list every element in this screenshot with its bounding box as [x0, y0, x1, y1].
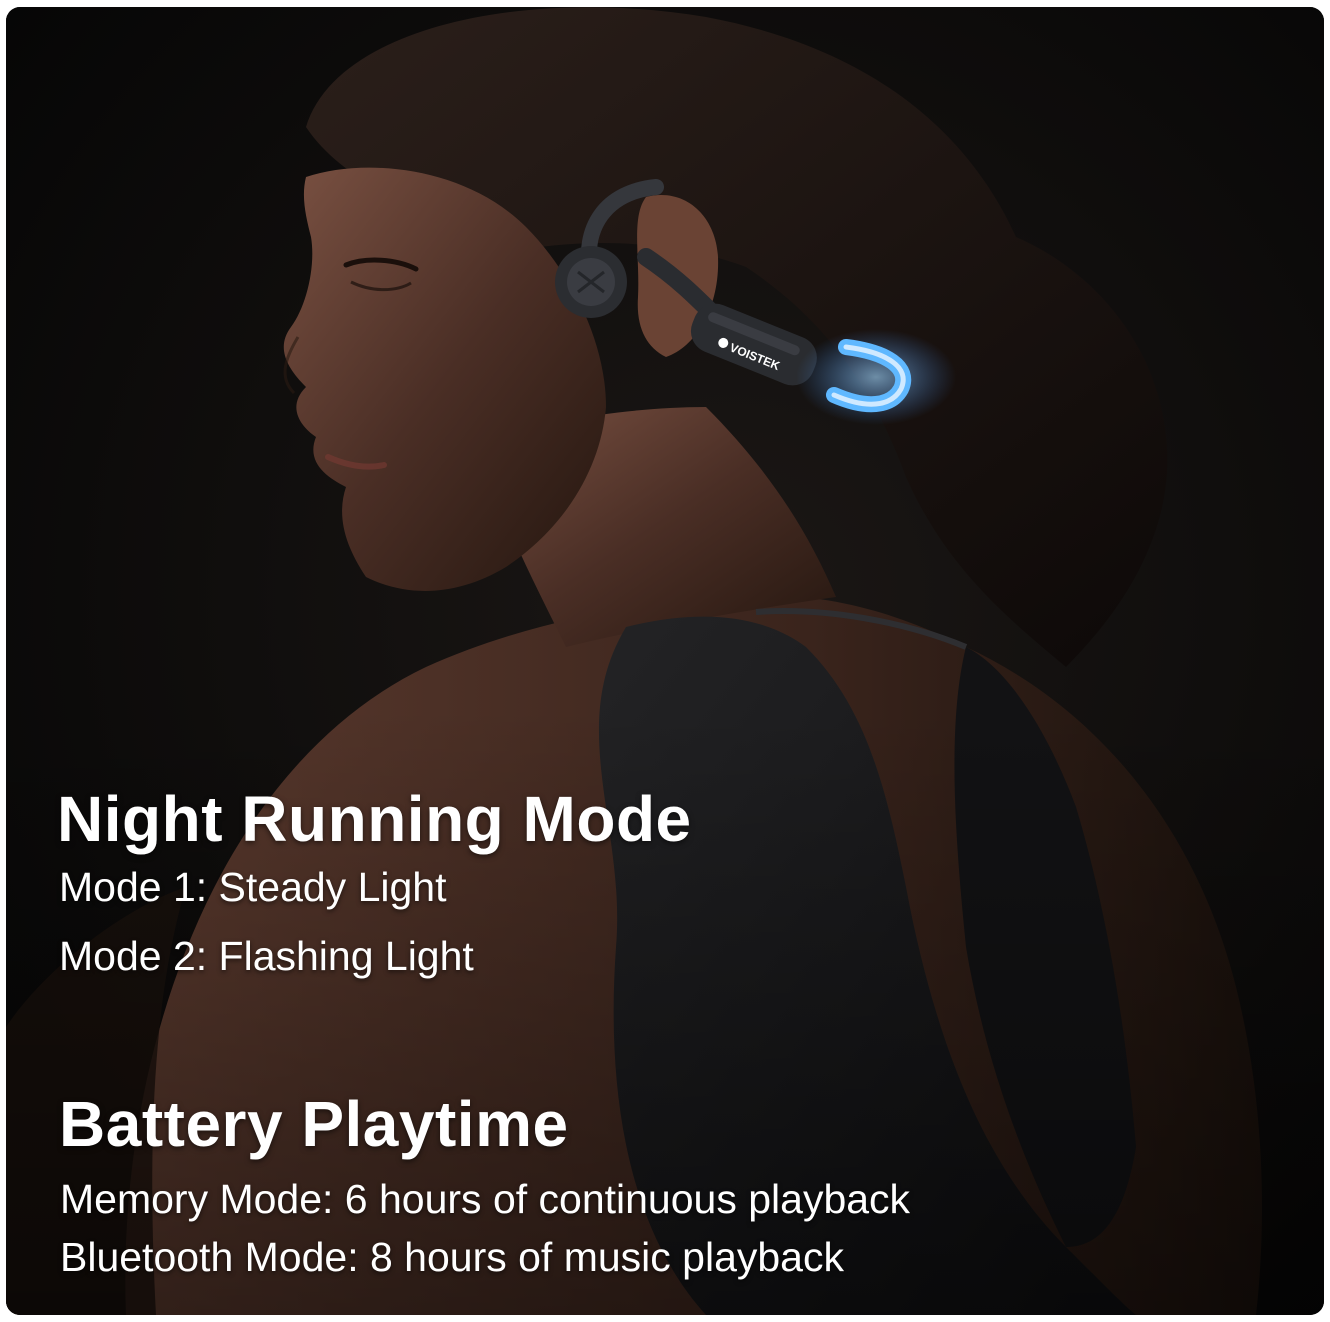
- night-running-title: Night Running Mode: [57, 783, 692, 855]
- bluetooth-mode-text: Bluetooth Mode: 8 hours of music playbac…: [60, 1234, 844, 1280]
- battery-playtime-title: Battery Playtime: [59, 1088, 569, 1160]
- memory-mode-text: Memory Mode: 6 hours of continuous playb…: [60, 1176, 911, 1222]
- mode-2-text: Mode 2: Flashing Light: [59, 933, 474, 979]
- feature-copy: Night Running Mode Mode 1: Steady Light …: [6, 7, 1324, 1315]
- mode-1-text: Mode 1: Steady Light: [59, 864, 447, 910]
- product-image-frame: VOISTEK Night Running Mode Mode 1: Stead…: [6, 7, 1324, 1315]
